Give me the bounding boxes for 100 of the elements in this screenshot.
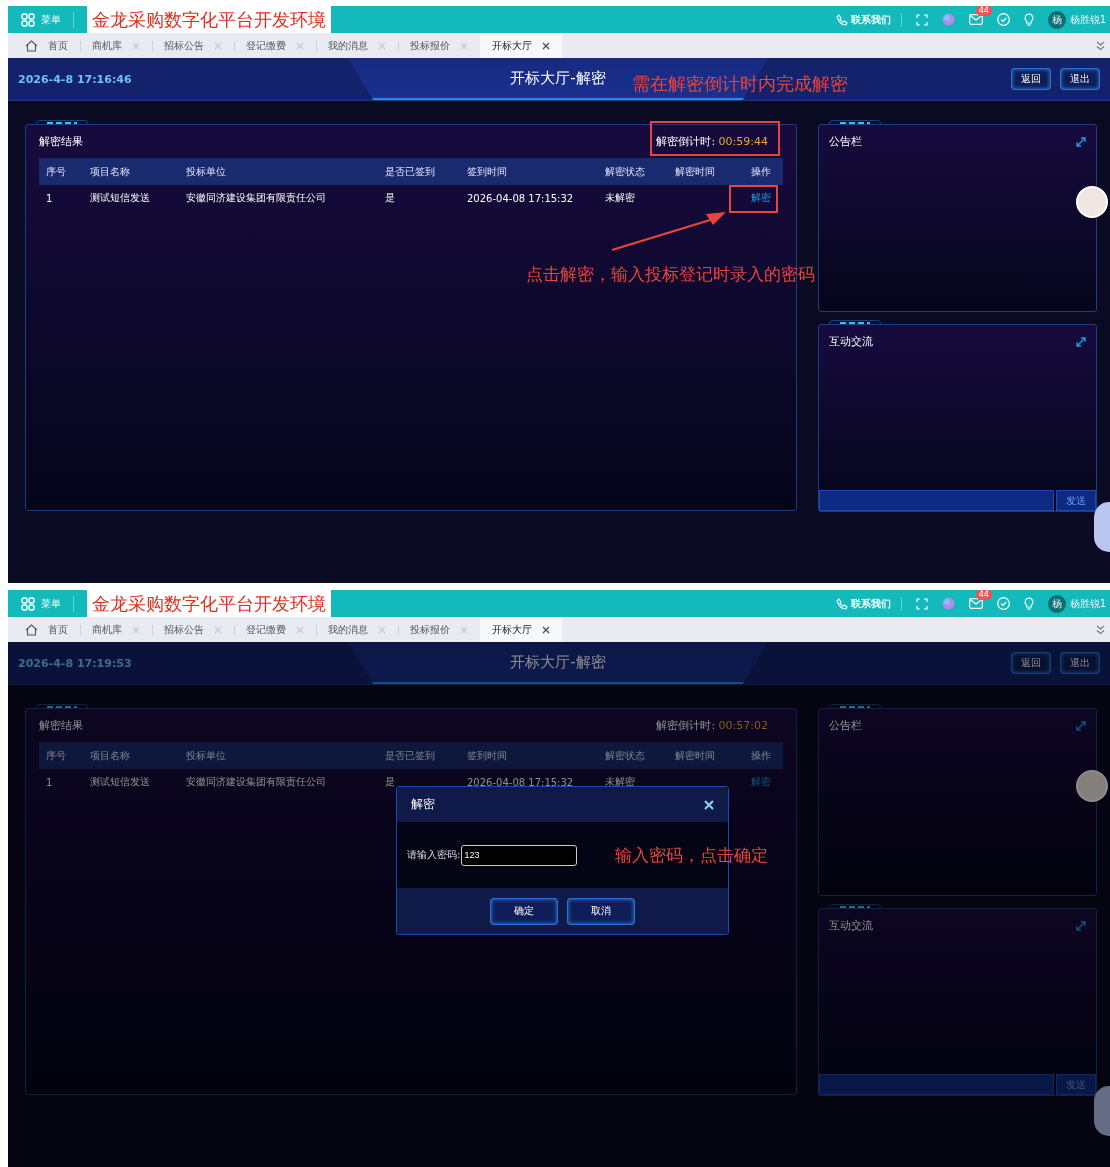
home-icon bbox=[25, 623, 38, 636]
annotation-text: 点击解密，输入投标登记时录入的密码 bbox=[526, 263, 815, 286]
column-header: 签到时间 bbox=[466, 748, 508, 763]
column-header: 解密时间 bbox=[674, 164, 716, 179]
tab[interactable]: 商机库 bbox=[80, 617, 152, 642]
sphere-icon[interactable] bbox=[941, 597, 955, 610]
countdown-label: 解密倒计时: 00:59:44 bbox=[656, 134, 769, 149]
expand-icon[interactable] bbox=[1076, 136, 1086, 147]
header-button[interactable]: 返回 bbox=[1011, 652, 1051, 674]
send-button[interactable]: 发送 bbox=[1056, 490, 1096, 511]
header-button[interactable]: 退出 bbox=[1060, 652, 1100, 674]
tab[interactable]: 开标大厅 bbox=[480, 33, 562, 58]
column-header: 操作 bbox=[749, 164, 772, 179]
tab[interactable]: 商机库 bbox=[80, 33, 152, 58]
table-cell-text: 测试短信发送 bbox=[89, 775, 151, 789]
tab[interactable]: 投标报价 bbox=[398, 33, 480, 58]
column-header: 解密状态 bbox=[604, 748, 646, 763]
mail-icon[interactable] bbox=[968, 598, 983, 609]
header-button[interactable]: 退出 bbox=[1060, 68, 1100, 90]
page-title: 开标大厅-解密 bbox=[510, 68, 606, 88]
environment-title: 金龙采购数字化平台开发环境 bbox=[87, 6, 331, 33]
field-label: 请输入密码: bbox=[407, 848, 461, 862]
table-cell-text: 安徽同济建设集团有限责任公司 bbox=[185, 775, 327, 789]
column-header: 项目名称 bbox=[89, 164, 131, 179]
home-icon bbox=[25, 39, 38, 52]
double-chevron-icon[interactable] bbox=[1096, 624, 1105, 635]
assistant-avatar[interactable] bbox=[1076, 770, 1108, 802]
tab[interactable]: 招标公告 bbox=[152, 617, 234, 642]
column-header: 序号 bbox=[45, 164, 67, 179]
panel-title: 互动交流 bbox=[829, 334, 873, 349]
decrypt-link[interactable]: 解密 bbox=[750, 192, 771, 203]
date-time: 2026-4-8 17:16:46 bbox=[17, 72, 133, 86]
column-header: 操作 bbox=[749, 748, 772, 763]
column-header: 解密时间 bbox=[674, 748, 716, 763]
column-header: 序号 bbox=[45, 748, 67, 763]
mail-icon[interactable] bbox=[968, 14, 983, 25]
panel-title: 公告栏 bbox=[829, 718, 862, 733]
table-cell-text: 未解密 bbox=[604, 775, 636, 789]
panel-title: 解密结果 bbox=[39, 718, 83, 733]
table-cell-text: 测试短信发送 bbox=[89, 191, 151, 205]
password-input[interactable]: 123 bbox=[461, 844, 578, 866]
close-icon[interactable] bbox=[542, 41, 550, 50]
panel-title: 公告栏 bbox=[829, 134, 862, 149]
grid-icon bbox=[21, 12, 35, 27]
column-header: 是否已签到 bbox=[384, 748, 436, 763]
tab[interactable]: 登记缴费 bbox=[234, 33, 316, 58]
annotation-text: 需在解密倒计时内完成解密 bbox=[632, 72, 848, 96]
expand-icon[interactable] bbox=[1076, 336, 1086, 347]
phone-icon bbox=[835, 13, 848, 26]
lightbulb-icon[interactable] bbox=[1023, 13, 1034, 26]
panel-title: 互动交流 bbox=[829, 918, 873, 933]
date-time: 2026-4-8 17:19:53 bbox=[17, 656, 133, 670]
column-header: 解密状态 bbox=[604, 164, 646, 179]
dialog-title: 解密 bbox=[411, 796, 435, 813]
table-cell-text: 2026-04-08 17:15:32 bbox=[466, 776, 575, 788]
phone-icon bbox=[835, 597, 848, 610]
fullscreen-icon[interactable] bbox=[915, 597, 928, 610]
check-circle-icon[interactable] bbox=[996, 597, 1010, 610]
assistant-avatar[interactable] bbox=[1076, 186, 1108, 218]
cancel-button[interactable]: 取消 bbox=[567, 897, 635, 925]
table-cell-text: 未解密 bbox=[604, 191, 636, 205]
tab[interactable]: 开标大厅 bbox=[480, 617, 562, 642]
header-button[interactable]: 返回 bbox=[1011, 68, 1051, 90]
message-input[interactable] bbox=[819, 490, 1054, 511]
message-input[interactable] bbox=[819, 1074, 1054, 1095]
user-avatar: 杨 bbox=[1047, 10, 1066, 29]
double-chevron-icon[interactable] bbox=[1096, 40, 1105, 51]
countdown-label: 解密倒计时: 00:57:02 bbox=[656, 718, 769, 733]
table-cell-text: 是 bbox=[384, 775, 396, 789]
table-cell-text: 安徽同济建设集团有限责任公司 bbox=[185, 191, 327, 205]
user-menu[interactable]: 杨 杨胜锐1 bbox=[1047, 594, 1106, 613]
page-title: 开标大厅-解密 bbox=[510, 652, 606, 672]
unread-badge: 44 bbox=[975, 6, 992, 16]
table-cell-text: 1 bbox=[45, 192, 54, 204]
tab[interactable]: 投标报价 bbox=[398, 617, 480, 642]
confirm-button[interactable]: 确定 bbox=[490, 897, 558, 925]
grid-icon bbox=[21, 596, 35, 611]
fullscreen-icon[interactable] bbox=[915, 13, 928, 26]
column-header: 是否已签到 bbox=[384, 164, 436, 179]
column-header: 项目名称 bbox=[89, 748, 131, 763]
check-circle-icon[interactable] bbox=[996, 13, 1010, 26]
unread-badge: 44 bbox=[975, 590, 992, 600]
panel-title: 解密结果 bbox=[39, 134, 83, 149]
lightbulb-icon[interactable] bbox=[1023, 597, 1034, 610]
tab[interactable]: 首页 bbox=[13, 617, 80, 642]
tab[interactable]: 登记缴费 bbox=[234, 617, 316, 642]
user-menu[interactable]: 杨 杨胜锐1 bbox=[1047, 10, 1106, 29]
column-header: 投标单位 bbox=[185, 748, 227, 763]
tab[interactable]: 我的消息 bbox=[316, 33, 398, 58]
tab[interactable]: 首页 bbox=[13, 33, 80, 58]
user-avatar: 杨 bbox=[1047, 594, 1066, 613]
column-header: 投标单位 bbox=[185, 164, 227, 179]
sphere-icon[interactable] bbox=[941, 13, 955, 26]
tab[interactable]: 招标公告 bbox=[152, 33, 234, 58]
tab[interactable]: 我的消息 bbox=[316, 617, 398, 642]
panel-tab-decoration bbox=[36, 120, 88, 125]
environment-title: 金龙采购数字化平台开发环境 bbox=[87, 590, 331, 617]
table-cell-text: 是 bbox=[384, 191, 396, 205]
highlight-frame bbox=[729, 185, 778, 213]
close-icon[interactable] bbox=[542, 625, 550, 634]
